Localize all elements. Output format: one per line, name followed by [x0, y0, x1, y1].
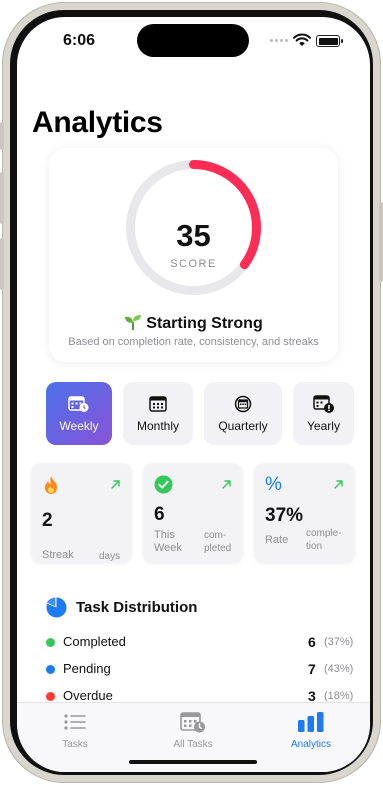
rate-unit-line2: tion [306, 541, 323, 552]
bar-chart-icon [261, 711, 361, 733]
tab-analytics[interactable]: Analytics [261, 711, 361, 750]
streak-label: Streak [42, 549, 74, 561]
score-label: SCORE [170, 258, 217, 270]
wifi-icon [293, 33, 311, 46]
calendar-month-icon [149, 395, 167, 413]
streak-value: 2 [42, 510, 53, 531]
distribution-row-completed: Completed 6 (37%) [46, 633, 353, 651]
volume-down-button [0, 238, 4, 290]
distribution-title: Task Distribution [76, 599, 198, 616]
distribution-name: Overdue [63, 688, 113, 703]
score-card: 35 SCORE Starting Strong Based on comple… [49, 148, 338, 362]
tab-tasks[interactable]: Tasks [25, 711, 125, 750]
pending-dot [46, 665, 55, 674]
volume-up-button [0, 172, 4, 224]
distribution-count: 6 [308, 634, 316, 650]
score-level-label: Starting Strong [146, 315, 263, 332]
rate-label: Rate [265, 534, 289, 546]
this-week-value: 6 [154, 504, 165, 525]
checkmark-circle-icon [154, 475, 173, 494]
this-week-label: This Week [154, 529, 182, 555]
trend-up-icon [222, 480, 231, 489]
power-button [379, 202, 383, 282]
percent-icon: % [265, 474, 282, 495]
streak-unit: days [99, 551, 121, 562]
pie-chart-icon [46, 597, 67, 618]
period-weekly-button[interactable]: Weekly [46, 382, 112, 445]
tab-all-tasks-label: All Tasks [173, 739, 213, 750]
distribution-row-pending: Pending 7 (43%) [46, 660, 353, 678]
this-week-label-line2: Week [154, 542, 182, 554]
trend-up-icon [111, 480, 120, 489]
distribution-percent: (37%) [324, 636, 354, 648]
calendar-year-icon [312, 394, 335, 413]
sprout-icon [125, 315, 142, 330]
this-week-unit-line2: pleted [204, 543, 232, 554]
rate-card: % 37% Rate comple- tion [254, 463, 355, 563]
this-week-unit-line1: com- [204, 530, 227, 541]
score-description: Based on completion rate, consistency, a… [68, 336, 319, 348]
list-icon [25, 711, 125, 733]
rate-value: 37% [265, 505, 304, 526]
flame-icon [45, 476, 57, 494]
tab-analytics-label: Analytics [290, 739, 331, 750]
distribution-name: Pending [63, 661, 111, 676]
tab-bar: Tasks All Tasks Analytics [17, 702, 370, 772]
rate-unit: comple- tion [306, 527, 342, 553]
period-monthly-button[interactable]: Monthly [123, 382, 193, 445]
overdue-dot [46, 692, 55, 701]
score-value: 35 [176, 218, 211, 253]
distribution-count: 7 [308, 661, 316, 677]
period-yearly-button[interactable]: Yearly [293, 382, 354, 445]
period-quarterly-label: Quarterly [218, 418, 268, 433]
period-quarterly-button[interactable]: Quarterly [204, 382, 282, 445]
period-weekly-label: Weekly [59, 418, 99, 433]
phone-frame: 6:06 Analytics 35 SCORE Starting Strong … [0, 2, 383, 783]
calendar-clock-icon [143, 711, 243, 733]
tab-tasks-label: Tasks [62, 739, 88, 750]
period-yearly-label: Yearly [307, 418, 340, 433]
signal-icon [270, 39, 288, 42]
trend-up-icon [334, 480, 343, 489]
period-monthly-label: Monthly [136, 418, 180, 433]
this-week-unit: com- pleted [204, 529, 231, 555]
distribution-header: Task Distribution [46, 597, 197, 618]
status-time: 6:06 [63, 32, 96, 49]
this-week-label-line1: This [154, 529, 175, 541]
tab-all-tasks[interactable]: All Tasks [143, 711, 243, 750]
this-week-card: 6 This Week com- pleted [143, 463, 243, 563]
page-title: Analytics [32, 106, 163, 139]
mute-switch [0, 122, 4, 150]
distribution-percent: (18%) [324, 690, 354, 702]
completed-dot [46, 638, 55, 647]
battery-icon [316, 35, 343, 47]
calendar-quarter-icon [234, 395, 252, 413]
distribution-name: Completed [63, 634, 126, 649]
home-indicator [129, 760, 257, 764]
rate-unit-line1: comple- [306, 528, 342, 539]
score-level: Starting Strong [49, 313, 338, 333]
calendar-week-icon [68, 395, 90, 413]
screen: 6:06 Analytics 35 SCORE Starting Strong … [17, 17, 370, 772]
streak-card: 2 Streak days [31, 463, 132, 563]
dynamic-island [137, 24, 249, 57]
distribution-percent: (43%) [324, 663, 354, 675]
